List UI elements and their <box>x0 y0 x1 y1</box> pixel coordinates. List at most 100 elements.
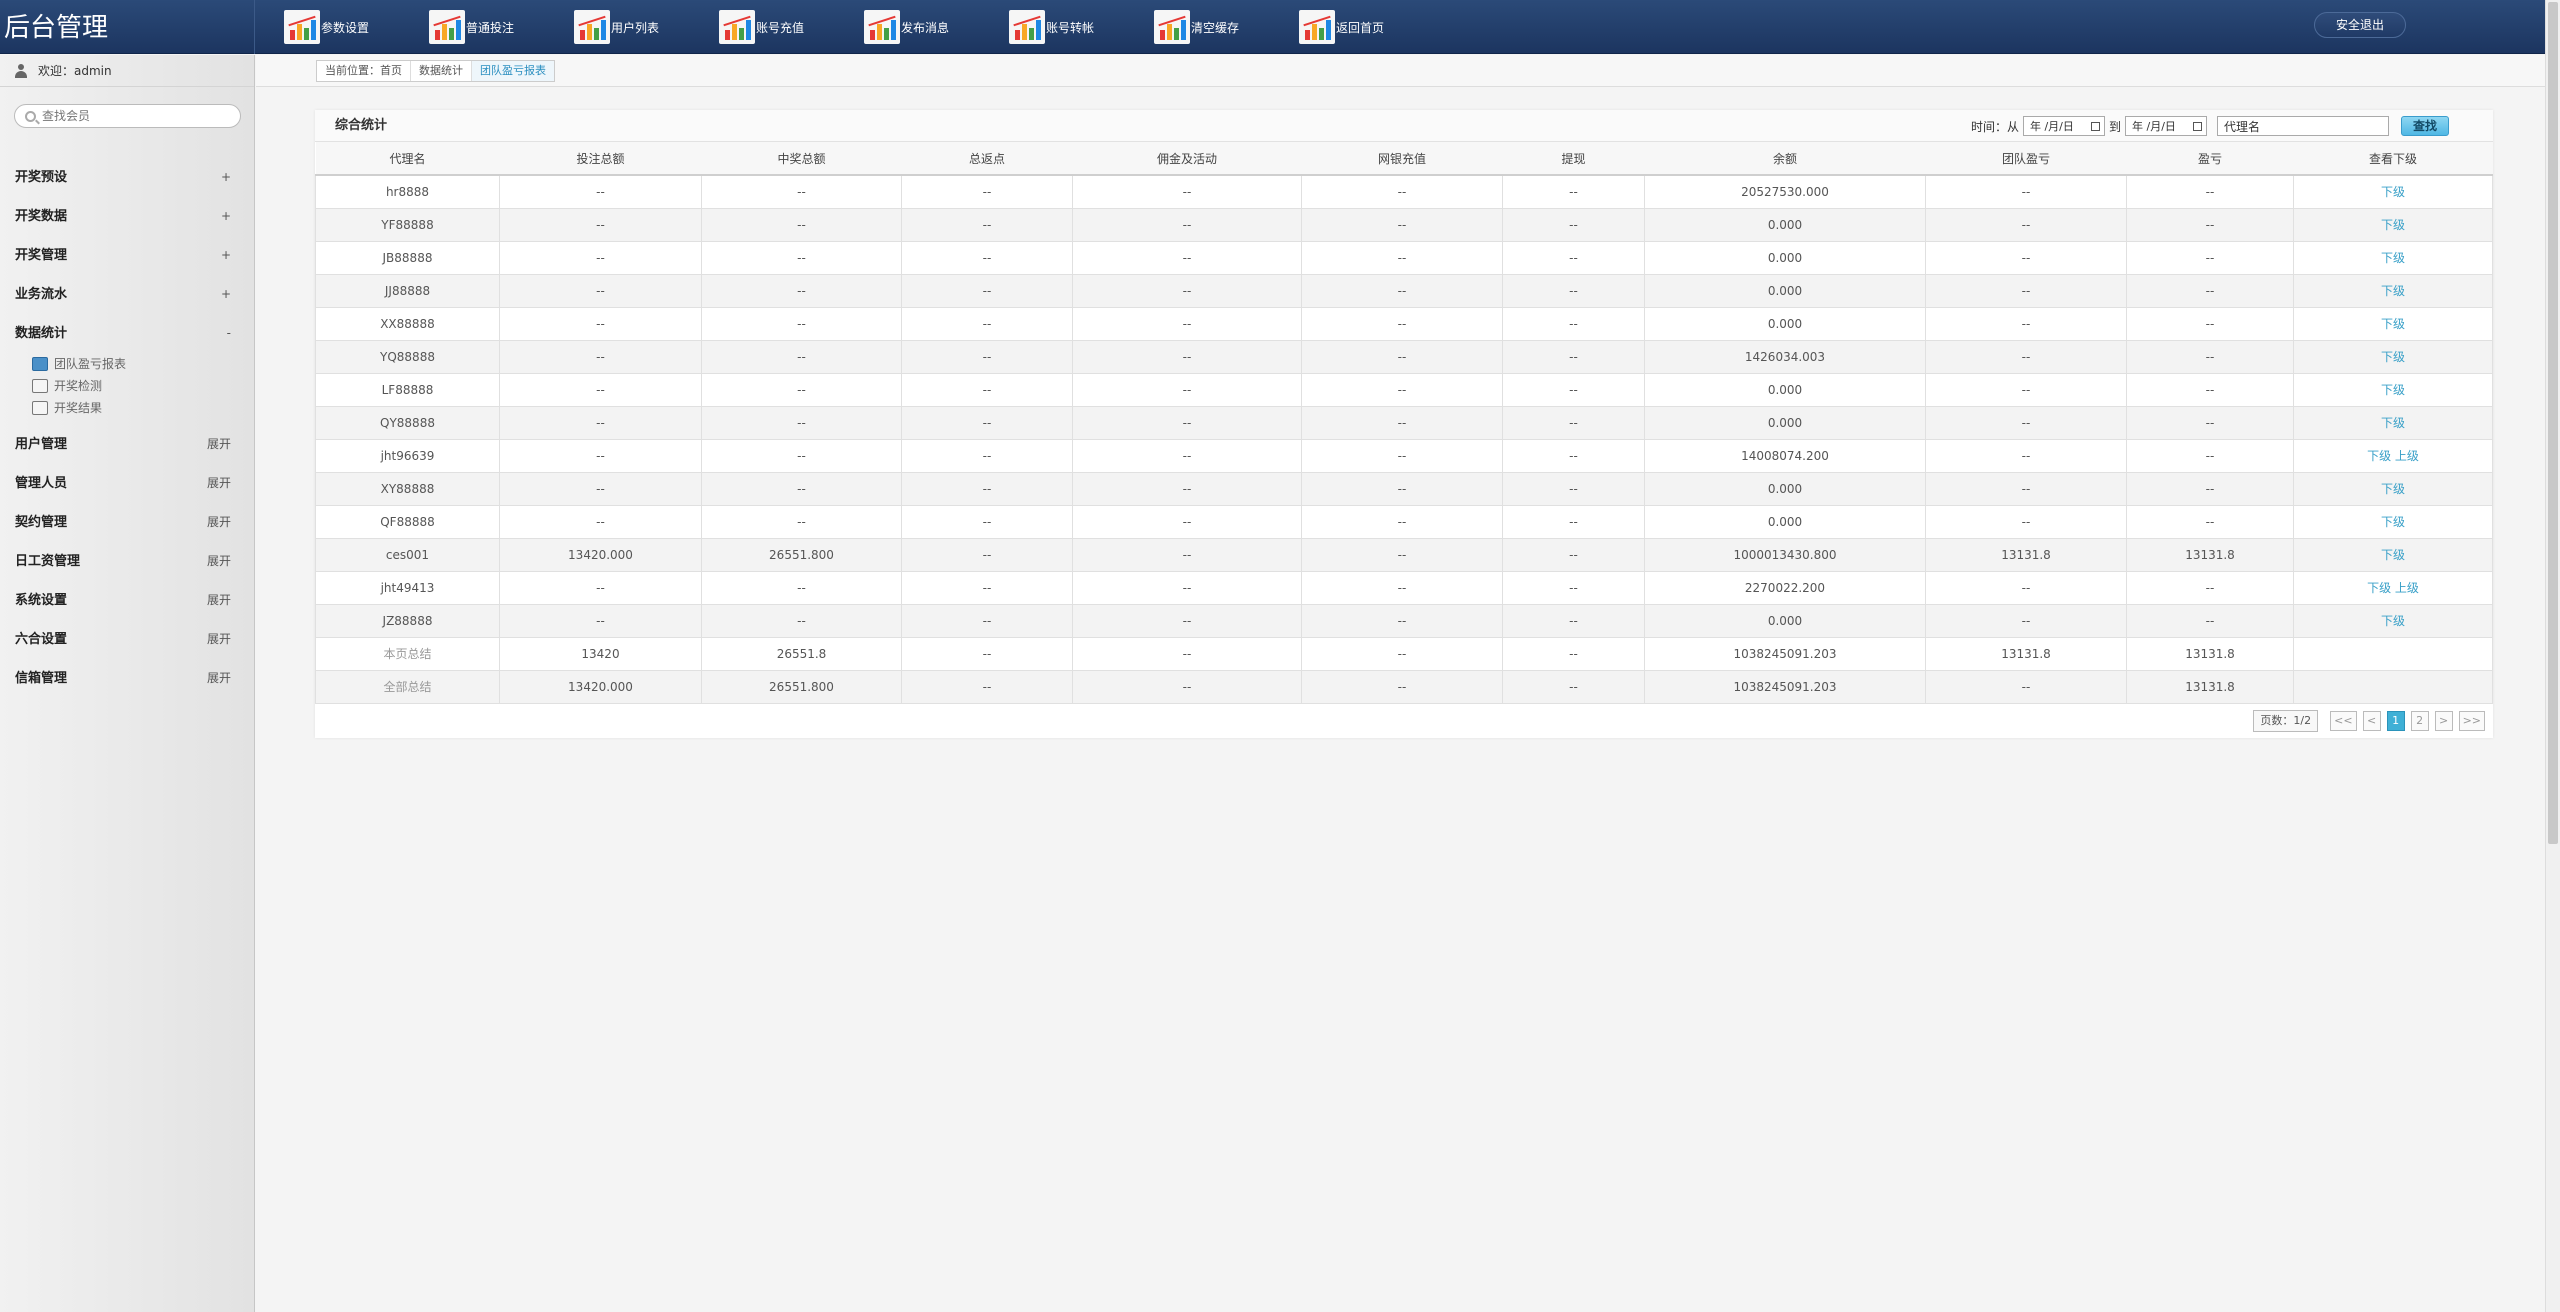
view-parent-link[interactable]: 上级 <box>2395 581 2419 595</box>
sidebar-group-toggle[interactable]: 展开 <box>207 542 231 581</box>
search-button[interactable]: 查找 <box>2401 116 2449 136</box>
prev-page-button[interactable]: < <box>2362 711 2381 731</box>
member-search[interactable] <box>14 104 241 128</box>
sidebar-subitem[interactable]: 开奖检测 <box>32 375 255 397</box>
sidebar-group-toggle[interactable]: 展开 <box>207 620 231 659</box>
topnav-item-3[interactable]: 用户列表 <box>574 9 719 45</box>
sidebar-group[interactable]: 六合设置 展开 <box>0 620 255 659</box>
sidebar-group-toggle[interactable]: - <box>227 314 231 353</box>
sidebar-group[interactable]: 业务流水 + <box>0 275 255 314</box>
view-children-link[interactable]: 下级 <box>2381 350 2405 364</box>
sidebar-group[interactable]: 开奖管理 + <box>0 236 255 275</box>
table-cell: 2270022.200 <box>1644 570 1926 605</box>
topnav-item-6[interactable]: 账号转帐 <box>1009 9 1154 45</box>
sidebar-group-toggle[interactable]: + <box>221 275 231 314</box>
view-children-link[interactable]: 下级 <box>2381 614 2405 628</box>
topnav-item-1[interactable]: 参数设置 <box>284 9 429 45</box>
table-cell-actions: 下级 <box>2293 504 2493 539</box>
view-children-link[interactable]: 下级 <box>2381 383 2405 397</box>
logout-button[interactable]: 安全退出 <box>2314 12 2406 38</box>
sidebar-group-toggle[interactable]: 展开 <box>207 659 231 698</box>
scrollbar-thumb[interactable] <box>2548 2 2558 844</box>
view-children-link[interactable]: 下级 <box>2381 251 2405 265</box>
breadcrumb-section[interactable]: 数据统计 <box>411 61 472 81</box>
sidebar-group-toggle[interactable]: 展开 <box>207 425 231 464</box>
sidebar-group[interactable]: 开奖数据 + <box>0 197 255 236</box>
table-cell: 0.000 <box>1644 405 1926 440</box>
table-cell: -- <box>2126 372 2294 407</box>
sidebar-group[interactable]: 系统设置 展开 <box>0 581 255 620</box>
table-cell: 1038245091.203 <box>1644 669 1926 704</box>
table-cell: 26551.800 <box>701 669 902 704</box>
table-cell: -- <box>1502 372 1645 407</box>
first-page-button[interactable]: << <box>2330 711 2357 731</box>
sidebar-group[interactable]: 开奖预设 + <box>0 158 255 197</box>
sidebar-group[interactable]: 日工资管理 展开 <box>0 542 255 581</box>
next-page-button[interactable]: > <box>2434 711 2453 731</box>
topnav-item-8[interactable]: 返回首页 <box>1299 9 1444 45</box>
table-cell: 0.000 <box>1644 306 1926 341</box>
table-cell: -- <box>1502 669 1645 704</box>
search-icon <box>25 110 36 122</box>
sidebar-group-toggle[interactable]: 展开 <box>207 503 231 542</box>
topnav-item-2[interactable]: 普通投注 <box>429 9 574 45</box>
view-children-link[interactable]: 下级 <box>2381 284 2405 298</box>
table-cell: -- <box>1925 273 2127 308</box>
table-cell: -- <box>1925 669 2127 704</box>
end-date-input[interactable]: 年 /月/日 <box>2125 116 2207 136</box>
view-children-link[interactable]: 下级 <box>2381 515 2405 529</box>
table-cell: -- <box>901 570 1073 605</box>
table-cell: -- <box>901 240 1073 275</box>
sidebar-group[interactable]: 管理人员 展开 <box>0 464 255 503</box>
view-children-link[interactable]: 下级 <box>2381 317 2405 331</box>
topnav-item-4[interactable]: 账号充值 <box>719 9 864 45</box>
topnav-label: 账号转帐 <box>1046 20 1095 35</box>
table-cell: -- <box>2126 438 2294 473</box>
sidebar-group[interactable]: 契约管理 展开 <box>0 503 255 542</box>
chart-icon <box>284 10 320 44</box>
view-parent-link[interactable]: 上级 <box>2395 449 2419 463</box>
last-page-button[interactable]: >> <box>2458 711 2485 731</box>
sidebar-group-toggle[interactable]: + <box>221 236 231 275</box>
table-cell: -- <box>1502 636 1645 671</box>
sidebar-group[interactable]: 数据统计 - <box>0 314 255 353</box>
view-children-link[interactable]: 下级 <box>2381 185 2405 199</box>
view-children-link[interactable]: 下级 <box>2381 218 2405 232</box>
view-children-link[interactable]: 下级 <box>2367 449 2391 463</box>
sidebar-group[interactable]: 信箱管理 展开 <box>0 659 255 698</box>
page-scrollbar[interactable] <box>2545 0 2560 1312</box>
start-date-input[interactable]: 年 /月/日 <box>2022 116 2105 136</box>
topnav-item-5[interactable]: 发布消息 <box>864 9 1009 45</box>
table-cell: -- <box>1072 438 1302 473</box>
sidebar-subitem[interactable]: 开奖结果 <box>32 397 255 419</box>
view-children-link[interactable]: 下级 <box>2381 548 2405 562</box>
table-cell: -- <box>1925 207 2127 242</box>
sidebar-subitem[interactable]: 团队盈亏报表 <box>32 353 255 375</box>
agent-name-input[interactable] <box>2217 116 2389 136</box>
table-cell: JB88888 <box>315 240 500 275</box>
sidebar-group-toggle[interactable]: 展开 <box>207 581 231 620</box>
breadcrumb-home[interactable]: 当前位置：首页 <box>317 61 411 81</box>
page-1-button[interactable]: 1 <box>2386 711 2405 731</box>
view-children-link[interactable]: 下级 <box>2381 416 2405 430</box>
view-children-link[interactable]: 下级 <box>2381 482 2405 496</box>
table-cell: -- <box>1925 438 2127 473</box>
table-cell-actions: 下级 <box>2293 240 2493 275</box>
topnav-item-7[interactable]: 清空缓存 <box>1154 9 1299 45</box>
table-cell: QY88888 <box>315 405 500 440</box>
table-row: JB88888 -- -- -- -- -- -- 0.000 -- -- 下级 <box>315 240 2493 275</box>
table-cell: -- <box>1502 570 1645 605</box>
table-cell: -- <box>701 603 902 638</box>
member-search-input[interactable] <box>42 109 222 123</box>
sidebar-group-toggle[interactable]: + <box>221 158 231 197</box>
table-cell: -- <box>901 438 1073 473</box>
sidebar-group[interactable]: 用户管理 展开 <box>0 425 255 464</box>
view-children-link[interactable]: 下级 <box>2367 581 2391 595</box>
sidebar-group-toggle[interactable]: 展开 <box>207 464 231 503</box>
page-2-button[interactable]: 2 <box>2410 711 2429 731</box>
column-header: 提现 <box>1502 142 1645 176</box>
table-cell: -- <box>1502 471 1645 506</box>
sidebar-group-toggle[interactable]: + <box>221 197 231 236</box>
table-cell: -- <box>901 306 1073 341</box>
table-cell: -- <box>1072 405 1302 440</box>
